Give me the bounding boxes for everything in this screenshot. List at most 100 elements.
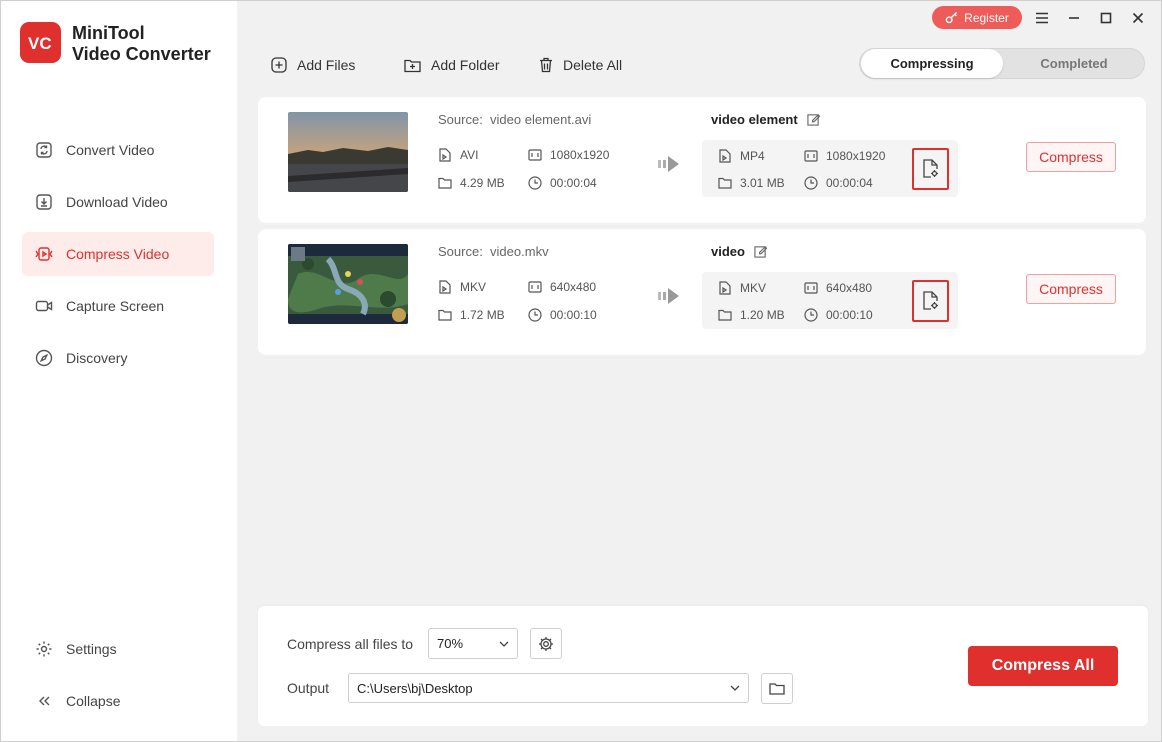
output-size-value: 3.01 MB	[740, 176, 785, 190]
tab-compressing[interactable]: Compressing	[861, 49, 1003, 78]
source-format-value: MKV	[460, 280, 487, 294]
camera-icon	[35, 297, 53, 315]
sidebar-item-collapse[interactable]: Collapse	[22, 679, 214, 723]
sidebar-item-discovery[interactable]: Discovery	[22, 336, 214, 380]
output-settings-button[interactable]	[912, 148, 949, 190]
plus-circle-icon	[271, 57, 287, 73]
clock-icon	[528, 176, 542, 190]
output-settings: MP4 1080x1920 3.01 MB 00:00:04	[702, 140, 958, 197]
source-info: Source: video.mkv	[438, 244, 549, 259]
video-thumbnail[interactable]	[288, 244, 408, 324]
source-size: 1.72 MB	[438, 308, 505, 322]
output-resolution: 1080x1920	[804, 149, 885, 163]
output-format-value: MP4	[740, 149, 765, 163]
output-size-value: 1.20 MB	[740, 308, 785, 322]
compress-ratio-select[interactable]: 70%	[428, 628, 518, 659]
resolution-icon	[804, 281, 818, 295]
output-resolution-value: 640x480	[826, 281, 873, 295]
source-duration: 00:00:04	[528, 176, 597, 190]
folder-icon	[438, 308, 452, 322]
source-duration-value: 00:00:10	[550, 308, 597, 322]
logo-icon: VC	[28, 34, 52, 53]
minimize-button[interactable]	[1065, 9, 1083, 27]
folder-icon	[769, 682, 785, 695]
output-filename: video	[711, 244, 745, 259]
sidebar-item-download-video[interactable]: Download Video	[22, 180, 214, 224]
main-panel: Register Add Files Add Folder Delete All	[237, 1, 1161, 741]
output-name: video	[711, 244, 767, 259]
output-duration: 00:00:04	[804, 176, 873, 190]
file-card: Source: video element.avi AVI 1080x1920 …	[258, 97, 1146, 223]
compass-icon	[35, 349, 53, 367]
close-button[interactable]	[1129, 9, 1147, 27]
sidebar-item-compress-video[interactable]: Compress Video	[22, 232, 214, 276]
add-files-button[interactable]: Add Files	[271, 54, 355, 76]
app-name-line1: MiniTool	[72, 23, 145, 43]
sidebar-item-label: Settings	[66, 641, 117, 657]
chevron-down-icon	[499, 641, 509, 647]
source-filename: video.mkv	[490, 244, 549, 259]
hamburger-icon	[1036, 12, 1048, 24]
tab-completed[interactable]: Completed	[1003, 49, 1145, 78]
compress-all-to-label: Compress all files to	[287, 636, 414, 652]
sidebar-item-label: Discovery	[66, 350, 128, 366]
output-path-value: C:\Users\bj\Desktop	[357, 680, 473, 696]
add-folder-label: Add Folder	[431, 57, 500, 73]
source-duration: 00:00:10	[528, 308, 597, 322]
sidebar-item-label: Collapse	[66, 693, 121, 709]
delete-all-label: Delete All	[563, 57, 623, 73]
close-icon	[1132, 12, 1144, 24]
output-resolution: 640x480	[804, 281, 872, 295]
minimize-icon	[1069, 17, 1079, 19]
compress-settings-button[interactable]	[530, 628, 562, 659]
compress-all-button[interactable]: Compress All	[968, 646, 1118, 686]
sidebar-item-capture-screen[interactable]: Capture Screen	[22, 284, 214, 328]
register-label: Register	[964, 10, 1009, 25]
video-thumbnail[interactable]	[288, 112, 408, 192]
gear-icon	[539, 636, 553, 651]
source-format: MKV	[438, 280, 486, 294]
output-path-select[interactable]: C:\Users\bj\Desktop	[348, 673, 749, 703]
resolution-icon	[528, 148, 542, 162]
sidebar-item-settings[interactable]: Settings	[22, 627, 214, 671]
output-settings-button[interactable]	[912, 280, 949, 322]
app-name-line2: Video Converter	[72, 44, 211, 64]
compress-icon	[35, 245, 53, 263]
output-label: Output	[287, 680, 330, 696]
folder-icon	[718, 308, 732, 322]
source-size: 4.29 MB	[438, 176, 505, 190]
chevron-down-icon	[730, 685, 740, 691]
double-chevron-left-icon	[35, 692, 53, 710]
sidebar-item-convert-video[interactable]: Convert Video	[22, 128, 214, 172]
file-icon	[718, 149, 732, 163]
convert-icon	[35, 141, 53, 159]
output-size: 3.01 MB	[718, 176, 785, 190]
resolution-icon	[804, 149, 818, 163]
menu-button[interactable]	[1033, 9, 1051, 27]
trash-icon	[540, 57, 552, 73]
file-icon	[718, 281, 732, 295]
edit-icon[interactable]	[807, 113, 820, 126]
delete-all-button[interactable]: Delete All	[539, 54, 622, 76]
source-resolution: 1080x1920	[528, 148, 609, 162]
source-size-value: 4.29 MB	[460, 176, 505, 190]
compress-button[interactable]: Compress	[1026, 274, 1116, 304]
add-folder-button[interactable]: Add Folder	[404, 54, 499, 76]
output-duration: 00:00:10	[804, 308, 873, 322]
sidebar-item-label: Download Video	[66, 194, 168, 210]
folder-icon	[718, 176, 732, 190]
edit-icon[interactable]	[754, 245, 767, 258]
output-format: MKV	[718, 281, 766, 295]
compress-button[interactable]: Compress	[1026, 142, 1116, 172]
browse-folder-button[interactable]	[761, 673, 793, 704]
svg-text:VC: VC	[28, 34, 52, 53]
maximize-button[interactable]	[1097, 9, 1115, 27]
source-size-value: 1.72 MB	[460, 308, 505, 322]
sidebar-item-label: Convert Video	[66, 142, 155, 158]
download-icon	[35, 193, 53, 211]
sidebar-item-label: Compress Video	[66, 246, 170, 262]
file-card: Source: video.mkv MKV 640x480 1.72 MB 00…	[258, 229, 1146, 355]
register-button[interactable]: Register	[932, 6, 1022, 29]
output-format-value: MKV	[740, 281, 767, 295]
status-tabs: Compressing Completed	[859, 48, 1145, 79]
